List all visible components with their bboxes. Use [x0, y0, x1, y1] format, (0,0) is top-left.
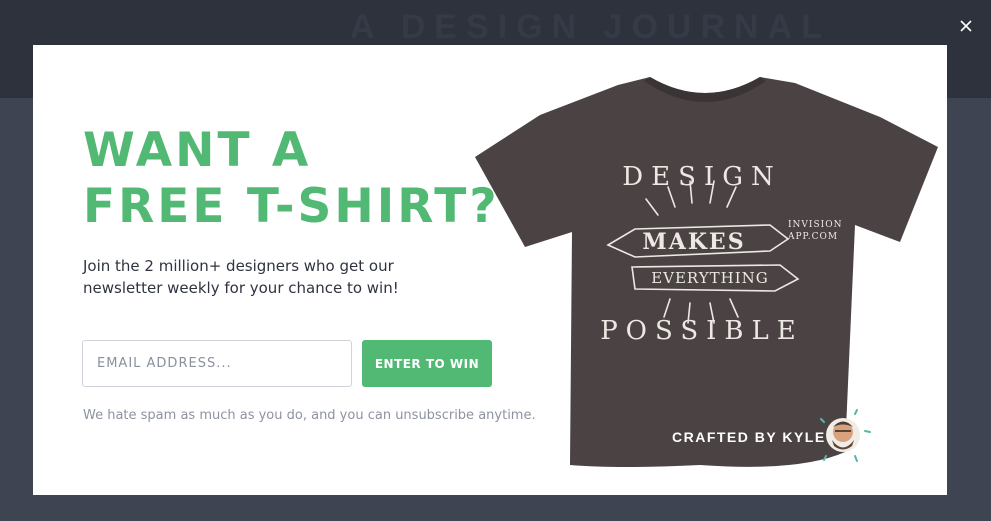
newsletter-modal: WANT A FREE T-SHIRT? Join the 2 million+…	[33, 45, 947, 495]
background-header-text: A DESIGN JOURNAL	[350, 8, 831, 46]
headline: WANT A FREE T-SHIRT?	[83, 123, 500, 235]
email-input[interactable]	[82, 340, 352, 387]
shirt-url-line-1: INVISION	[788, 220, 842, 230]
shirt-word-design: DESIGN	[622, 162, 781, 192]
headline-line-2: FREE T-SHIRT?	[83, 179, 500, 234]
shirt-word-possible: POSSIBLE	[600, 316, 804, 346]
shirt-url-line-2: APP.COM	[787, 232, 838, 242]
shirt-word-everything: EVERYTHING	[651, 269, 769, 287]
credit-prefix: CRAFTED BY	[672, 429, 777, 445]
subtext: Join the 2 million+ designers who get ou…	[83, 257, 399, 297]
close-icon[interactable]	[955, 15, 977, 37]
avatar	[820, 409, 871, 462]
disclaimer-text: We hate spam as much as you do, and you …	[83, 408, 536, 423]
shirt-word-makes: MAKES	[642, 229, 745, 255]
headline-line-1: WANT A	[83, 123, 312, 178]
